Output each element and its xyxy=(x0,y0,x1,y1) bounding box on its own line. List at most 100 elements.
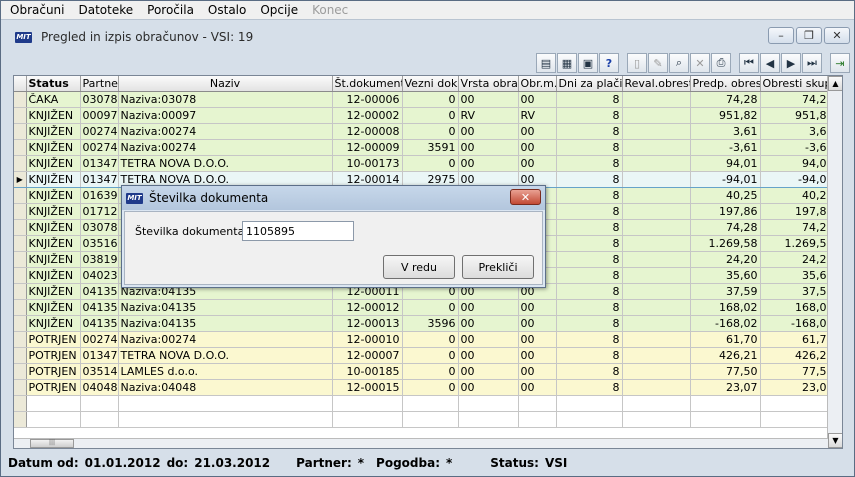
cell-dni[interactable]: 8 xyxy=(556,139,623,156)
row-indicator[interactable] xyxy=(14,347,27,364)
cell-dok[interactable]: 10-00185 xyxy=(332,363,403,380)
table-row[interactable]: KNJIŽEN 00274 Naziva:00274 12-00009 3591 00 00… xyxy=(14,139,837,156)
cell-status[interactable]: KNJIŽEN xyxy=(26,267,81,284)
cell-vezni[interactable]: 0 xyxy=(402,155,459,172)
cell-skupaj[interactable]: 61,70 xyxy=(760,331,837,348)
cell-skupaj[interactable]: 951,82 xyxy=(760,107,837,124)
cell-skupaj[interactable]: 94,01 xyxy=(760,155,837,172)
cell-partner[interactable]: 03078 xyxy=(80,91,119,108)
dialog-title-bar[interactable]: MIT Številka dokumenta ✕ xyxy=(122,186,545,210)
cell-reval[interactable] xyxy=(622,347,691,364)
next-icon[interactable]: ▶ xyxy=(781,53,801,73)
current-row-icon[interactable]: ▶ xyxy=(14,170,27,188)
new-icon[interactable]: ▯ xyxy=(627,53,647,73)
cell-naziv[interactable]: Naziva:04135 xyxy=(118,315,333,332)
cell-reval[interactable] xyxy=(622,379,691,396)
cell-dok[interactable]: 12-00007 xyxy=(332,347,403,364)
table-row[interactable]: POTRJEN 01347 TETRA NOVA D.O.O. 12-00007 0 00… xyxy=(14,347,837,364)
last-icon[interactable]: ⏭ xyxy=(802,53,822,73)
cell-obrm[interactable]: RV xyxy=(518,107,557,124)
cell-predp[interactable]: 37,59 xyxy=(690,283,761,300)
cell-skupaj[interactable]: 40,25 xyxy=(760,187,837,204)
cell-vezni[interactable]: 0 xyxy=(402,347,459,364)
cell-status[interactable]: KNJIŽEN xyxy=(26,123,81,140)
cell-dok[interactable]: 10-00173 xyxy=(332,155,403,172)
cell-reval[interactable] xyxy=(622,91,691,108)
cell-skupaj[interactable]: 37,59 xyxy=(760,283,837,300)
cell-dok[interactable]: 12-00006 xyxy=(332,91,403,108)
cell-dok[interactable]: 12-00009 xyxy=(332,139,403,156)
cell-dok[interactable]: 12-00013 xyxy=(332,315,403,332)
cell-vrsta[interactable]: 00 xyxy=(458,315,519,332)
cell-partner[interactable]: 03514 xyxy=(80,363,119,380)
cell-naziv[interactable]: TETRA NOVA D.O.O. xyxy=(118,347,333,364)
column-header-6[interactable]: Obr.m. xyxy=(518,76,557,92)
cell-status[interactable]: KNJIŽEN xyxy=(26,219,81,236)
cell-vrsta[interactable]: 00 xyxy=(458,91,519,108)
exit-icon[interactable]: ⇥ xyxy=(830,53,850,73)
scroll-up-icon[interactable]: ▲ xyxy=(828,76,842,91)
cell-vrsta[interactable]: 00 xyxy=(458,155,519,172)
cell-predp[interactable]: -94,01 xyxy=(690,170,761,188)
cell-vezni[interactable]: 0 xyxy=(402,331,459,348)
cell-dok[interactable]: 12-00010 xyxy=(332,331,403,348)
cell-vezni[interactable]: 0 xyxy=(402,379,459,396)
row-indicator[interactable] xyxy=(14,251,27,268)
menu-item-3[interactable]: Ostalo xyxy=(208,3,246,17)
cell-obrm[interactable]: 00 xyxy=(518,123,557,140)
cell-skupaj[interactable]: 35,60 xyxy=(760,267,837,284)
cell-skupaj[interactable]: -168,02 xyxy=(760,315,837,332)
export-icon[interactable]: ▣ xyxy=(578,53,598,73)
cell-vezni[interactable]: 0 xyxy=(402,107,459,124)
row-indicator[interactable] xyxy=(14,299,27,316)
row-indicator[interactable] xyxy=(14,283,27,300)
dialog-close-icon[interactable]: ✕ xyxy=(510,189,541,205)
cell-status[interactable]: KNJIŽEN xyxy=(26,235,81,252)
cell-obrm[interactable]: 00 xyxy=(518,91,557,108)
cell-naziv[interactable]: TETRA NOVA D.O.O. xyxy=(118,155,333,172)
cell-vezni[interactable]: 3591 xyxy=(402,139,459,156)
cell-skupaj[interactable]: -94,01 xyxy=(760,170,837,188)
row-indicator[interactable] xyxy=(14,187,27,204)
cell-vezni[interactable]: 0 xyxy=(402,123,459,140)
table-row[interactable]: KNJIŽEN 04135 Naziva:04135 12-00012 0 00 00 8 16… xyxy=(14,299,837,316)
cell-partner[interactable]: 01639 xyxy=(80,187,119,204)
cell-status[interactable]: POTRJEN xyxy=(26,347,81,364)
print-icon[interactable]: ⎙ xyxy=(711,53,731,73)
column-header-2[interactable]: Naziv xyxy=(118,76,333,92)
column-header-4[interactable]: Vezni dok. xyxy=(402,76,459,92)
cell-status[interactable]: KNJIŽEN xyxy=(26,251,81,268)
column-header-3[interactable]: Št.dokumenta xyxy=(332,76,403,92)
cell-predp[interactable]: 94,01 xyxy=(690,155,761,172)
cell-predp[interactable]: 1.269,58 xyxy=(690,235,761,252)
find-icon[interactable]: ⌕ xyxy=(669,53,689,73)
row-indicator[interactable] xyxy=(14,155,27,172)
cell-partner[interactable]: 04135 xyxy=(80,283,119,300)
cell-status[interactable]: KNJIŽEN xyxy=(26,139,81,156)
cell-status[interactable]: KNJIŽEN xyxy=(26,155,81,172)
cell-predp[interactable]: 24,20 xyxy=(690,251,761,268)
row-indicator[interactable] xyxy=(14,123,27,140)
column-header-7[interactable]: Dni za plačilo xyxy=(556,76,623,92)
cell-predp[interactable]: 74,28 xyxy=(690,91,761,108)
cell-obrm[interactable]: 00 xyxy=(518,363,557,380)
cell-skupaj[interactable]: 77,50 xyxy=(760,363,837,380)
cell-predp[interactable]: 951,82 xyxy=(690,107,761,124)
cell-obrm[interactable]: 00 xyxy=(518,347,557,364)
row-indicator[interactable] xyxy=(14,379,27,396)
column-header-10[interactable]: Obresti skupaj xyxy=(760,76,837,92)
cell-partner[interactable]: 03819 xyxy=(80,251,119,268)
cell-predp[interactable]: 23,07 xyxy=(690,379,761,396)
cell-partner[interactable]: 00097 xyxy=(80,107,119,124)
column-header-9[interactable]: Predp. obresti xyxy=(690,76,761,92)
cell-partner[interactable]: 03516 xyxy=(80,235,119,252)
cell-reval[interactable] xyxy=(622,251,691,268)
cell-skupaj[interactable]: 3,61 xyxy=(760,123,837,140)
cell-status[interactable]: KNJIŽEN xyxy=(26,315,81,332)
edit-icon[interactable]: ✎ xyxy=(648,53,668,73)
prev-icon[interactable]: ◀ xyxy=(760,53,780,73)
cell-reval[interactable] xyxy=(622,267,691,284)
cell-predp[interactable]: -3,61 xyxy=(690,139,761,156)
row-indicator[interactable] xyxy=(14,203,27,220)
cell-obrm[interactable]: 00 xyxy=(518,155,557,172)
